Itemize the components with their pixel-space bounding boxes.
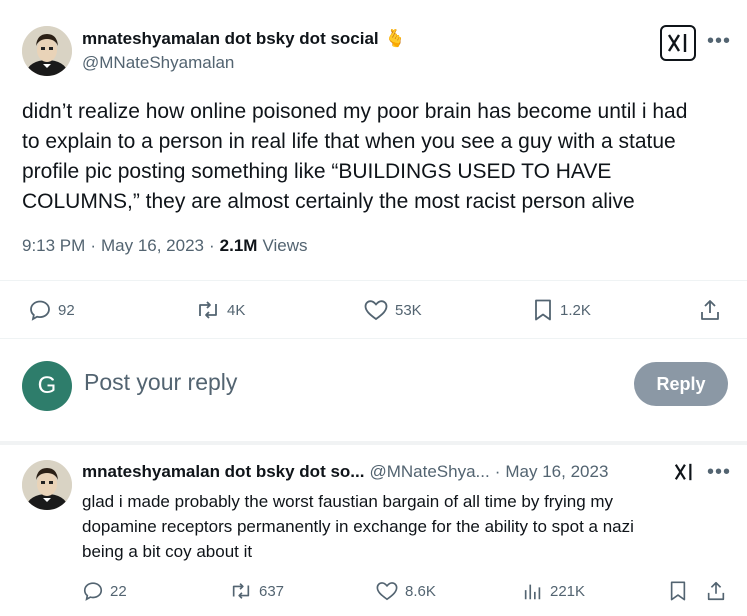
reply-share-button[interactable] — [705, 580, 727, 602]
grok-icon[interactable] — [673, 462, 695, 487]
share-icon — [701, 300, 719, 320]
reply-repost-button[interactable]: 637 — [229, 580, 284, 602]
user-avatar[interactable]: G — [22, 361, 72, 411]
post-text-line: COLUMNS,” they are almost certainly the … — [22, 190, 635, 213]
reply-reply-count: 22 — [110, 582, 127, 600]
meta-separator: · — [90, 236, 96, 255]
post-date[interactable]: May 16, 2023 — [101, 236, 204, 256]
reply-text-line: glad i made probably the worst faustian … — [82, 492, 614, 511]
repost-button[interactable]: 4K — [195, 298, 245, 322]
meta-separator: · — [494, 462, 501, 481]
reply-views-count: 221K — [550, 582, 586, 600]
reply-author-name[interactable]: mnateshyamalan dot bsky dot so... — [82, 462, 364, 482]
like-count: 53K — [395, 301, 422, 319]
reply-author-handle[interactable]: @MNateShya... — [369, 462, 489, 482]
share-icon — [707, 581, 725, 601]
repost-icon — [232, 583, 250, 599]
reply-icon — [83, 582, 103, 601]
reply-header: mnateshyamalan dot bsky dot so... @MNate… — [82, 462, 608, 482]
author-avatar[interactable] — [22, 26, 72, 76]
reply-bookmark-button[interactable] — [668, 580, 688, 602]
post-text-line: didn’t realize how online poisoned my po… — [22, 100, 688, 123]
post-text-line: profile pic posting something like “BUIL… — [22, 160, 612, 183]
grok-icon[interactable] — [660, 25, 696, 61]
views-icon — [524, 584, 541, 600]
like-icon — [364, 300, 388, 321]
author-handle[interactable]: @MNateShyamalan — [82, 53, 234, 73]
post-meta: 9:13 PM · May 16, 2023 · 2.1M Views — [22, 236, 308, 256]
reply-submit-button[interactable]: Reply — [634, 362, 728, 406]
reply-button[interactable]: 92 — [28, 298, 75, 322]
author-name-row: mnateshyamalan dot bsky dot social 🫰 — [82, 29, 406, 49]
repost-count: 4K — [227, 301, 246, 319]
views-label: Views — [262, 236, 308, 255]
reply-input[interactable]: Post your reply — [84, 369, 237, 396]
bookmark-icon — [670, 581, 686, 601]
author-name[interactable]: mnateshyamalan dot bsky dot social — [82, 29, 379, 49]
divider — [0, 338, 747, 339]
author-emoji-badge: 🫰 — [384, 29, 406, 48]
more-icon[interactable]: ••• — [707, 461, 731, 484]
divider — [0, 280, 747, 281]
post-text: didn’t realize how online poisoned my po… — [22, 97, 687, 217]
post-time[interactable]: 9:13 PM — [22, 236, 85, 256]
more-icon[interactable]: ••• — [707, 30, 731, 53]
reply-like-button[interactable]: 8.6K — [375, 580, 436, 602]
reply-text-line: dopamine receptors permanently in exchan… — [82, 517, 634, 536]
reply-text-line: being a bit coy about it — [82, 542, 253, 561]
bookmark-count: 1.2K — [560, 301, 591, 319]
reply-reply-button[interactable]: 22 — [82, 580, 127, 602]
reply-author-avatar[interactable] — [22, 460, 72, 510]
bookmark-button[interactable]: 1.2K — [532, 298, 591, 322]
post-text-line: to explain to a person in real life that… — [22, 130, 676, 153]
section-divider — [0, 441, 747, 445]
like-icon — [376, 582, 398, 601]
meta-separator: · — [209, 236, 215, 255]
reply-icon — [30, 300, 50, 321]
share-button[interactable] — [698, 298, 722, 322]
reply-views-button[interactable]: 221K — [522, 580, 585, 602]
reply-date[interactable]: May 16, 2023 — [505, 462, 608, 482]
reply-like-count: 8.6K — [405, 582, 436, 600]
like-button[interactable]: 53K — [363, 298, 422, 322]
bookmark-icon — [535, 299, 551, 321]
views-count: 2.1M — [219, 236, 258, 255]
repost-icon — [199, 301, 217, 319]
reply-count: 92 — [58, 301, 75, 319]
reply-text: glad i made probably the worst faustian … — [82, 489, 634, 564]
reply-repost-count: 637 — [259, 582, 285, 600]
